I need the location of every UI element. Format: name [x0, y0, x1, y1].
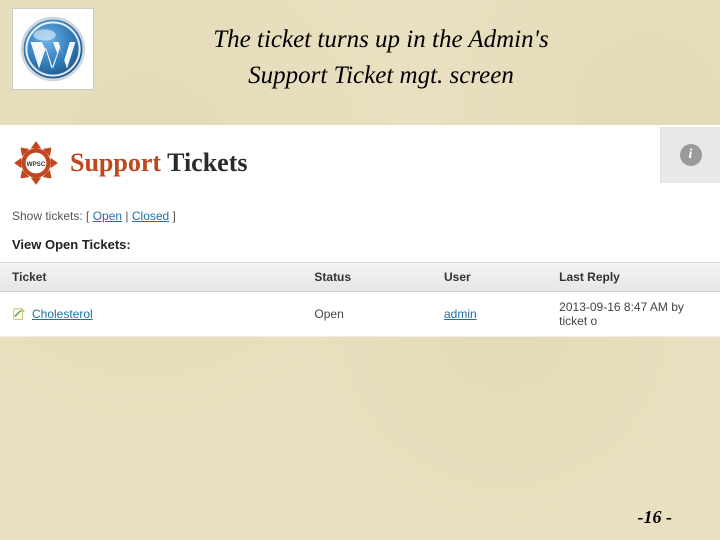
filter-suffix: ]	[169, 209, 176, 223]
ticket-status: Open	[302, 291, 432, 336]
view-heading: View Open Tickets:	[0, 231, 720, 262]
page-number: -16 -	[638, 507, 673, 528]
table-header-row: Ticket Status User Last Reply	[0, 262, 720, 291]
info-icon: i	[680, 144, 702, 166]
title-tickets: Tickets	[161, 148, 247, 177]
col-status[interactable]: Status	[302, 262, 432, 291]
ticket-filter: Show tickets: [ Open | Closed ]	[0, 203, 720, 231]
wordpress-logo	[12, 8, 94, 90]
col-last-reply[interactable]: Last Reply	[547, 262, 720, 291]
caption-line-1: The ticket turns up in the Admin's	[94, 22, 668, 58]
note-icon	[12, 307, 26, 321]
filter-sep: |	[122, 209, 132, 223]
panel-title: Support Tickets	[70, 148, 248, 178]
support-tickets-panel: WPSC Support Tickets i Show tickets: [ O…	[0, 125, 720, 337]
caption-line-2: Support Ticket mgt. screen	[94, 58, 668, 94]
col-ticket[interactable]: Ticket	[0, 262, 302, 291]
table-row[interactable]: Cholesterol Open admin 2013-09-16 8:47 A…	[0, 291, 720, 336]
svg-text:WPSC: WPSC	[27, 161, 46, 168]
tickets-table: Ticket Status User Last Reply	[0, 262, 720, 337]
filter-open-link[interactable]: Open	[93, 209, 122, 223]
slide-caption: The ticket turns up in the Admin's Suppo…	[94, 8, 708, 95]
filter-prefix: Show tickets: [	[12, 209, 93, 223]
filter-closed-link[interactable]: Closed	[132, 209, 169, 223]
ticket-link[interactable]: Cholesterol	[32, 307, 93, 321]
info-button[interactable]: i	[660, 127, 720, 183]
wpsc-logo: WPSC Support Tickets	[10, 137, 248, 189]
ticket-last-reply: 2013-09-16 8:47 AM by ticket o	[547, 291, 720, 336]
wpsc-gear-icon: WPSC	[10, 137, 62, 189]
panel-header: WPSC Support Tickets i	[0, 125, 720, 203]
title-support: Support	[70, 148, 161, 177]
ticket-user-link[interactable]: admin	[444, 307, 477, 321]
col-user[interactable]: User	[432, 262, 547, 291]
